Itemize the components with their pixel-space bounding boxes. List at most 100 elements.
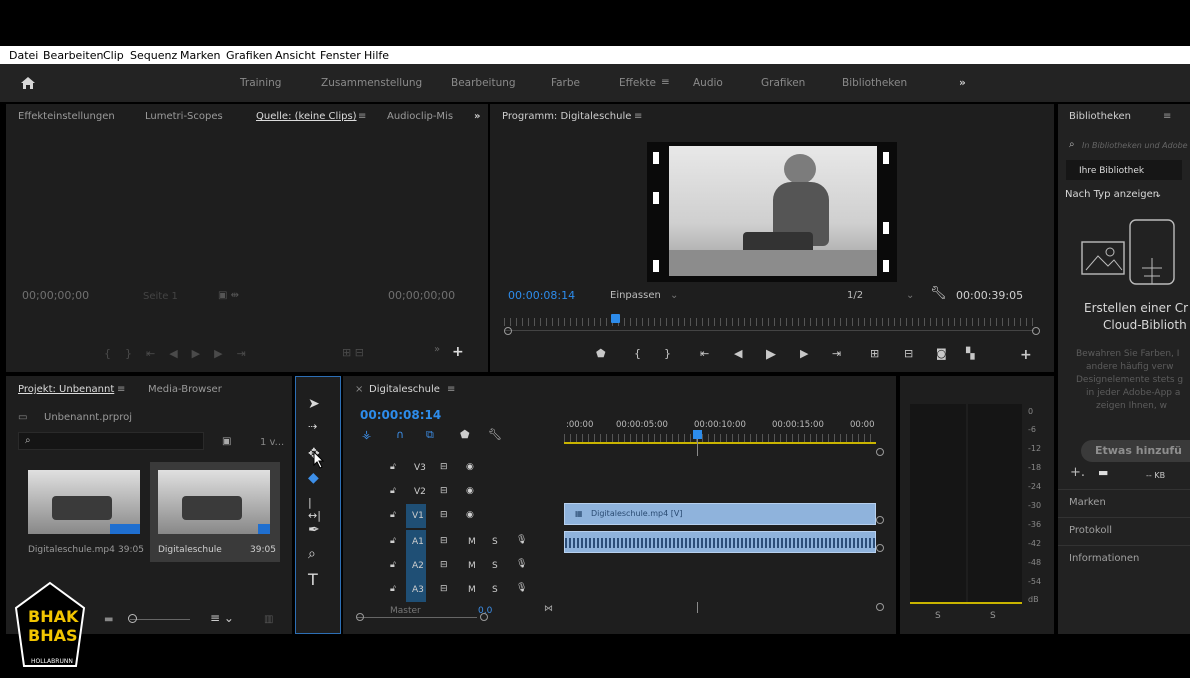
- libraries-selected-library[interactable]: Ihre Bibliothek: [1079, 165, 1144, 177]
- libraries-folder-icon[interactable]: ▬: [1098, 467, 1108, 479]
- source-more-icon[interactable]: »: [434, 344, 440, 356]
- track-solo-button[interactable]: S: [492, 561, 498, 571]
- timeline-vscroll-handle[interactable]: [876, 516, 884, 524]
- track-lock-icon[interactable]: 🔓︎: [390, 510, 396, 520]
- source-transport-controls[interactable]: {}⇤◀▶▶⇥: [104, 347, 260, 360]
- tab-projekt[interactable]: Projekt: Unbenannt: [18, 384, 114, 396]
- snap-magnet-icon[interactable]: ∩: [396, 428, 404, 441]
- program-fit-select[interactable]: Einpassen: [610, 290, 661, 302]
- program-playhead[interactable]: [611, 314, 621, 323]
- timeline-vscroll-handle[interactable]: [876, 603, 884, 611]
- libraries-filter-chevron-icon[interactable]: ⌄: [1154, 189, 1162, 201]
- text-tool-icon[interactable]: T: [308, 570, 318, 589]
- timeline-time-ruler[interactable]: [564, 434, 876, 442]
- timeline-vscroll-handle[interactable]: [876, 448, 884, 456]
- mark-out-icon[interactable]: }: [664, 347, 671, 360]
- slip-tool-icon[interactable]: |↔|: [308, 496, 321, 522]
- libraries-search-input[interactable]: In Bibliotheken und Adobe: [1082, 140, 1188, 152]
- program-resolution-chevron-icon[interactable]: ⌄: [906, 290, 914, 302]
- source-timecode-left[interactable]: 00;00;00;00: [22, 290, 89, 302]
- track-lock-icon[interactable]: 🔓︎: [390, 560, 396, 570]
- timeline-zoom-handle-left[interactable]: [356, 613, 364, 621]
- workspace-training[interactable]: Training: [240, 77, 281, 89]
- export-frame-camera-icon[interactable]: ◙: [936, 347, 947, 360]
- track-sync-icon[interactable]: ⊟: [440, 584, 448, 594]
- project-sort-icon[interactable]: ≡ ⌄: [210, 612, 234, 624]
- source-timecode-right[interactable]: 00;00;00;00: [388, 290, 455, 302]
- track-sync-icon[interactable]: ⊟: [440, 486, 448, 496]
- program-zoom-handle-right[interactable]: [1032, 327, 1040, 335]
- libraries-filter-select[interactable]: Nach Typ anzeigen: [1065, 189, 1159, 201]
- zoom-tool-icon[interactable]: ⌕: [308, 546, 316, 562]
- master-end-icon[interactable]: ⋈: [544, 604, 553, 614]
- track-label[interactable]: V3: [414, 463, 426, 473]
- workspace-more-button[interactable]: »: [959, 77, 966, 89]
- linked-selection-icon[interactable]: ⧉: [426, 428, 434, 442]
- timeline-timecode[interactable]: 00:00:08:14: [360, 409, 441, 421]
- step-forward-icon[interactable]: ▶: [800, 347, 808, 360]
- timeline-zoom-bar[interactable]: [357, 617, 477, 618]
- project-new-bin-search-icon[interactable]: ▣: [222, 436, 231, 448]
- track-sync-icon[interactable]: ⊟: [440, 560, 448, 570]
- menu-ansicht[interactable]: Ansicht: [275, 49, 316, 62]
- timeline-playhead-handle[interactable]: [693, 430, 702, 439]
- add-marker-icon[interactable]: ⬟: [460, 428, 470, 441]
- panel-protokoll[interactable]: Protokoll: [1069, 525, 1112, 536]
- comparison-view-icon[interactable]: ▚: [966, 347, 974, 360]
- track-mic-icon[interactable]: 🎙︎: [516, 559, 527, 569]
- program-title[interactable]: Programm: Digitaleschule: [502, 111, 631, 123]
- workspace-effekte[interactable]: Effekte: [619, 77, 656, 89]
- meter-solo-left-button[interactable]: S: [935, 610, 941, 622]
- track-mute-button[interactable]: M: [468, 585, 476, 595]
- track-eye-icon[interactable]: ◉: [466, 462, 474, 472]
- track-sync-icon[interactable]: ⊟: [440, 462, 448, 472]
- workspace-menu-icon[interactable]: ≡: [661, 76, 670, 88]
- source-settings-icon[interactable]: ▣ ⇹: [218, 290, 239, 302]
- selection-tool-icon[interactable]: ➤: [308, 396, 320, 412]
- extract-icon[interactable]: ⊟: [904, 347, 913, 360]
- timeline-zoom-handle-right[interactable]: [480, 613, 488, 621]
- track-label[interactable]: A1: [412, 537, 424, 547]
- libraries-add-button[interactable]: Etwas hinzufü: [1081, 440, 1190, 462]
- program-fit-chevron-icon[interactable]: ⌄: [670, 290, 678, 302]
- track-label[interactable]: V2: [414, 487, 426, 497]
- program-time-ruler[interactable]: [504, 318, 1034, 326]
- tab-quelle[interactable]: Quelle: (keine Clips): [256, 111, 357, 123]
- workspace-grafiken[interactable]: Grafiken: [761, 77, 805, 89]
- go-to-in-icon[interactable]: ⇤: [700, 347, 709, 360]
- project-item[interactable]: Digitaleschule.mp4 39:05: [18, 462, 148, 562]
- track-label[interactable]: V1: [412, 511, 424, 521]
- track-mute-button[interactable]: M: [468, 537, 476, 547]
- program-resolution-select[interactable]: 1/2: [847, 290, 863, 302]
- libraries-menu-icon[interactable]: ≡: [1163, 111, 1171, 123]
- track-label[interactable]: A3: [412, 585, 424, 595]
- project-new-item-icon[interactable]: ▬: [104, 614, 113, 626]
- project-zoom-slider[interactable]: [130, 619, 190, 620]
- workspace-bearbeitung[interactable]: Bearbeitung: [451, 77, 516, 89]
- panel-marken[interactable]: Marken: [1069, 497, 1106, 508]
- menu-sequenz[interactable]: Sequenz: [130, 49, 177, 62]
- track-lock-icon[interactable]: 🔓︎: [390, 462, 396, 472]
- add-marker-icon[interactable]: ⬟: [596, 347, 606, 360]
- program-zoom-bar[interactable]: [504, 330, 1034, 331]
- track-solo-button[interactable]: S: [492, 537, 498, 547]
- workspace-audio[interactable]: Audio: [693, 77, 723, 89]
- home-icon[interactable]: [20, 76, 36, 90]
- track-mic-icon[interactable]: 🎙︎: [516, 535, 527, 545]
- project-zoom-slider-handle[interactable]: [128, 614, 137, 623]
- track-select-tool-icon[interactable]: ⇢: [308, 420, 317, 433]
- track-mute-button[interactable]: M: [468, 561, 476, 571]
- play-icon[interactable]: ▶: [766, 347, 776, 362]
- go-to-out-icon[interactable]: ⇥: [832, 347, 841, 360]
- workspace-zusammenstellung[interactable]: Zusammenstellung: [321, 77, 422, 89]
- track-label[interactable]: A2: [412, 561, 424, 571]
- track-lock-icon[interactable]: 🔓︎: [390, 536, 396, 546]
- menu-hilfe[interactable]: Hilfe: [364, 49, 389, 62]
- tab-audioclip-mixer[interactable]: Audioclip-Mis: [387, 111, 453, 123]
- timeline-vscroll-handle[interactable]: [876, 544, 884, 552]
- track-solo-button[interactable]: S: [492, 585, 498, 595]
- lift-icon[interactable]: ⊞: [870, 347, 879, 360]
- program-settings-wrench-icon[interactable]: 🔧︎: [930, 287, 947, 300]
- menu-bearbeiten[interactable]: Bearbeiten: [43, 49, 103, 62]
- panel-informationen[interactable]: Informationen: [1069, 553, 1139, 564]
